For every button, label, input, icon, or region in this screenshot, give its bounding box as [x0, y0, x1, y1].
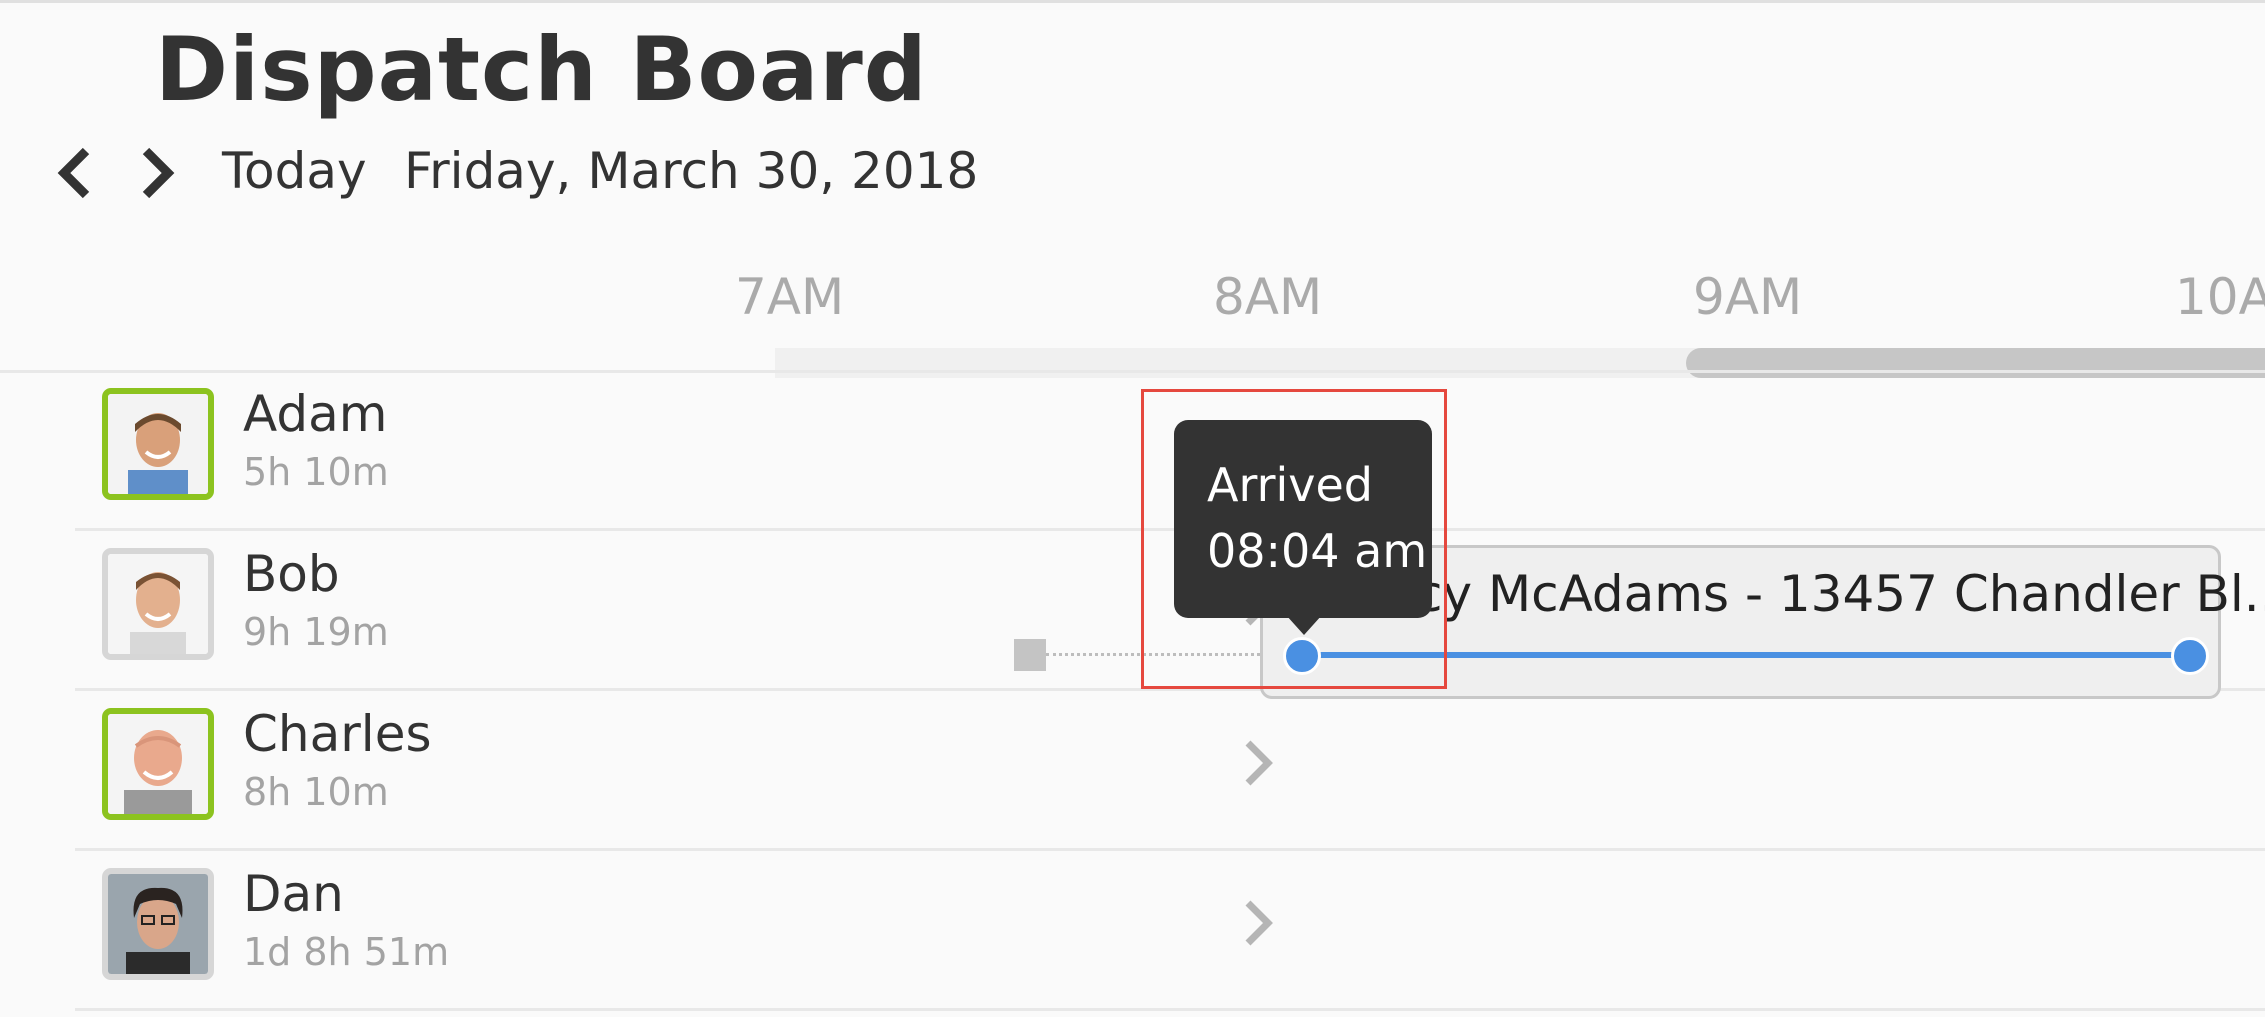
today-button[interactable]: Today [222, 142, 367, 200]
row-expand-button[interactable] [1238, 738, 1278, 788]
row-expand-button[interactable] [1238, 898, 1278, 948]
tech-name: Charles [243, 705, 432, 763]
tech-name: Bob [243, 545, 340, 603]
avatar-photo [108, 874, 208, 974]
tech-hours: 8h 10m [243, 770, 389, 814]
header-divider [0, 370, 2265, 373]
top-border [0, 0, 2265, 3]
prev-day-button[interactable] [50, 145, 100, 201]
current-date: Friday, March 30, 2018 [404, 142, 979, 200]
tech-hours: 1d 8h 51m [243, 930, 450, 974]
avatar-photo [108, 554, 208, 654]
avatar-adam[interactable] [102, 388, 214, 500]
page-title: Dispatch Board [155, 18, 928, 121]
avatar-charles[interactable] [102, 708, 214, 820]
job-end-handle[interactable] [2171, 637, 2209, 675]
chevron-right-icon [1245, 900, 1273, 946]
hour-label: 9AM [1693, 268, 1803, 326]
hour-label: 7AM [735, 268, 845, 326]
highlight-annotation [1141, 389, 1447, 689]
chevron-right-icon [1245, 740, 1273, 786]
tech-name: Adam [243, 385, 388, 443]
job-title: Stacy McAdams - 13457 Chandler Bl... [1333, 565, 2265, 623]
timeline-scrollbar-thumb[interactable] [1686, 348, 2265, 378]
drive-start-marker [1014, 639, 1046, 671]
chevron-left-icon [57, 147, 90, 199]
avatar-photo [108, 714, 208, 814]
hour-label: 10A [2175, 268, 2265, 326]
avatar-bob[interactable] [102, 548, 214, 660]
tech-hours: 9h 19m [243, 610, 389, 654]
row-divider [75, 848, 2265, 851]
avatar-photo [108, 394, 208, 494]
tech-name: Dan [243, 865, 344, 923]
hour-label: 8AM [1213, 268, 1323, 326]
tech-hours: 5h 10m [243, 450, 389, 494]
row-divider [75, 1008, 2265, 1011]
next-day-button[interactable] [132, 145, 182, 201]
avatar-dan[interactable] [102, 868, 214, 980]
chevron-right-icon [142, 147, 175, 199]
